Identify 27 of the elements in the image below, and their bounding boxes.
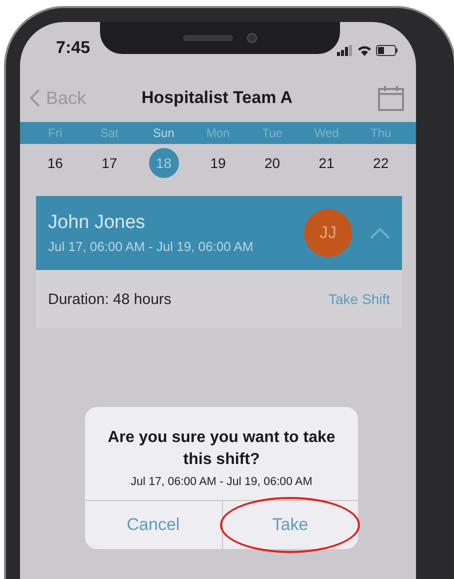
calendar-icon[interactable] <box>378 85 404 111</box>
chevron-left-icon <box>30 89 40 107</box>
weekday-label: Tue <box>261 126 284 140</box>
date-item[interactable]: 19 <box>202 148 233 178</box>
wifi-icon <box>357 45 372 56</box>
battery-icon <box>376 45 398 56</box>
screen-title: Hospitalist Team A <box>140 88 294 108</box>
duration-text: Duration: 48 hours <box>48 290 172 308</box>
weekday-label: Sat <box>99 126 120 140</box>
avatar: JJ <box>304 209 352 257</box>
status-time: 7:45 <box>56 38 90 58</box>
date-item[interactable]: 16 <box>40 148 70 178</box>
weekday-label: Wed <box>313 126 340 140</box>
weekday-label: Fri <box>47 126 64 140</box>
shift-range: Jul 17, 06:00 AM - Jul 19, 06:00 AM <box>48 239 254 254</box>
weekday-label: Sun <box>152 126 176 140</box>
weekday-label: Mon <box>205 126 231 140</box>
date-item[interactable]: 21 <box>312 148 342 178</box>
weekday-label: Thu <box>370 126 392 140</box>
signal-icon <box>337 45 353 56</box>
date-item[interactable]: 20 <box>257 148 288 178</box>
dialog-message: Are you sure you want to take this shift? <box>106 428 336 470</box>
date-item[interactable]: 17 <box>94 148 124 178</box>
dialog-detail: Jul 17, 06:00 AM - Jul 19, 06:00 AM <box>130 476 314 488</box>
chevron-up-icon[interactable] <box>370 228 390 238</box>
person-name: John Jones <box>48 212 146 234</box>
date-item[interactable]: 22 <box>366 148 396 178</box>
